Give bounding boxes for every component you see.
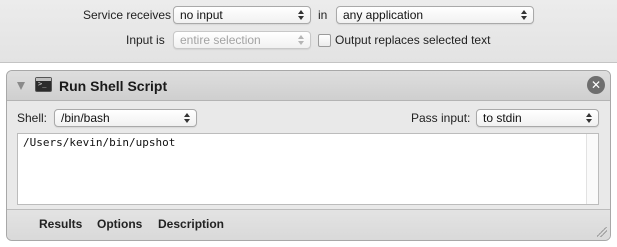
input-is-popup[interactable]: entire selection: [173, 31, 311, 49]
output-replaces-checkbox[interactable]: [318, 34, 331, 47]
pass-input-popup[interactable]: to stdin: [476, 109, 599, 127]
application-popup[interactable]: any application: [336, 6, 534, 24]
popup-arrows-icon: [586, 112, 593, 124]
service-receives-value: no input: [180, 8, 223, 22]
shell-value: /bin/bash: [61, 111, 110, 125]
resize-grip-icon[interactable]: [597, 227, 607, 237]
shell-label: Shell:: [17, 111, 48, 125]
shell-popup[interactable]: /bin/bash: [54, 109, 197, 127]
service-receives-label: Service receives: [83, 8, 172, 22]
run-shell-script-action: Run Shell Script ✕ Shell: /bin/bash Pass…: [6, 70, 611, 241]
popup-arrows-icon: [184, 112, 191, 124]
action-title: Run Shell Script: [59, 78, 168, 94]
popup-arrows-icon: [521, 9, 528, 21]
popup-arrows-icon: [298, 9, 305, 21]
close-icon[interactable]: ✕: [587, 76, 605, 94]
popup-arrows-icon: [298, 34, 305, 46]
pass-input-label: Pass input:: [411, 111, 471, 125]
tab-results[interactable]: Results: [39, 216, 82, 232]
input-is-label: Input is: [126, 33, 165, 47]
script-editor[interactable]: /Users/kevin/bin/upshot: [17, 133, 599, 205]
tab-options[interactable]: Options: [97, 216, 142, 232]
tab-description[interactable]: Description: [158, 216, 224, 232]
pass-input-value: to stdin: [483, 111, 522, 125]
service-receives-popup[interactable]: no input: [173, 6, 311, 24]
editor-scrollbar[interactable]: [586, 134, 598, 204]
action-footer: Results Options Description: [7, 209, 610, 240]
output-replaces-label: Output replaces selected text: [335, 33, 491, 47]
in-label: in: [318, 8, 328, 22]
application-value: any application: [343, 8, 424, 22]
disclosure-triangle-icon[interactable]: [17, 82, 25, 90]
terminal-icon: [35, 77, 52, 92]
input-is-value: entire selection: [180, 33, 261, 47]
service-settings-panel: Service receives no input in any applica…: [0, 0, 617, 63]
action-header: Run Shell Script ✕: [7, 71, 610, 101]
script-text[interactable]: /Users/kevin/bin/upshot: [23, 136, 175, 150]
